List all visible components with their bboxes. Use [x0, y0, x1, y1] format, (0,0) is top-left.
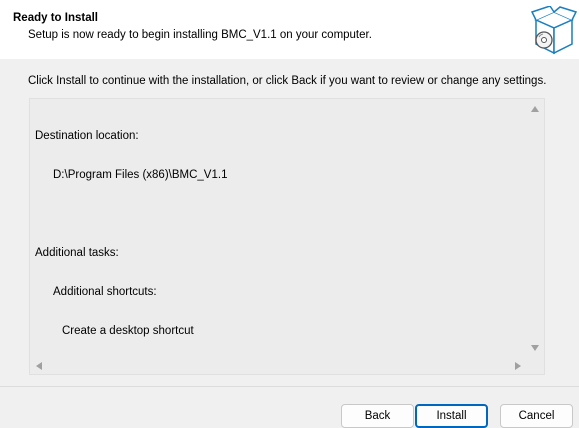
cancel-button[interactable]: Cancel	[500, 404, 573, 428]
scroll-right-arrow-icon[interactable]	[515, 362, 521, 370]
page-subtitle: Setup is now ready to begin installing B…	[28, 29, 372, 41]
destination-label: Destination location:	[35, 130, 139, 142]
tasks-label: Additional tasks:	[35, 247, 119, 259]
shortcuts-label: Additional shortcuts:	[53, 286, 157, 298]
horizontal-scrollbar[interactable]	[30, 357, 527, 374]
setup-box-icon	[530, 6, 578, 55]
scroll-down-arrow-icon[interactable]	[531, 345, 539, 351]
back-button[interactable]: Back	[341, 404, 414, 428]
shortcut-item: Create a desktop shortcut	[62, 325, 194, 337]
scroll-up-arrow-icon[interactable]	[531, 106, 539, 112]
ready-memo[interactable]: Destination location: D:\Program Files (…	[29, 98, 545, 375]
wizard-header: Ready to Install Setup is now ready to b…	[0, 0, 579, 58]
scroll-left-arrow-icon[interactable]	[36, 362, 42, 370]
vertical-scrollbar[interactable]	[527, 99, 544, 357]
footer-divider	[0, 386, 579, 387]
page-title: Ready to Install	[13, 12, 98, 24]
destination-path: D:\Program Files (x86)\BMC_V1.1	[53, 169, 228, 181]
instruction-text: Click Install to continue with the insta…	[28, 75, 547, 87]
header-divider	[0, 58, 579, 59]
memo-content: Destination location: D:\Program Files (…	[35, 104, 227, 364]
install-button[interactable]: Install	[415, 404, 488, 428]
